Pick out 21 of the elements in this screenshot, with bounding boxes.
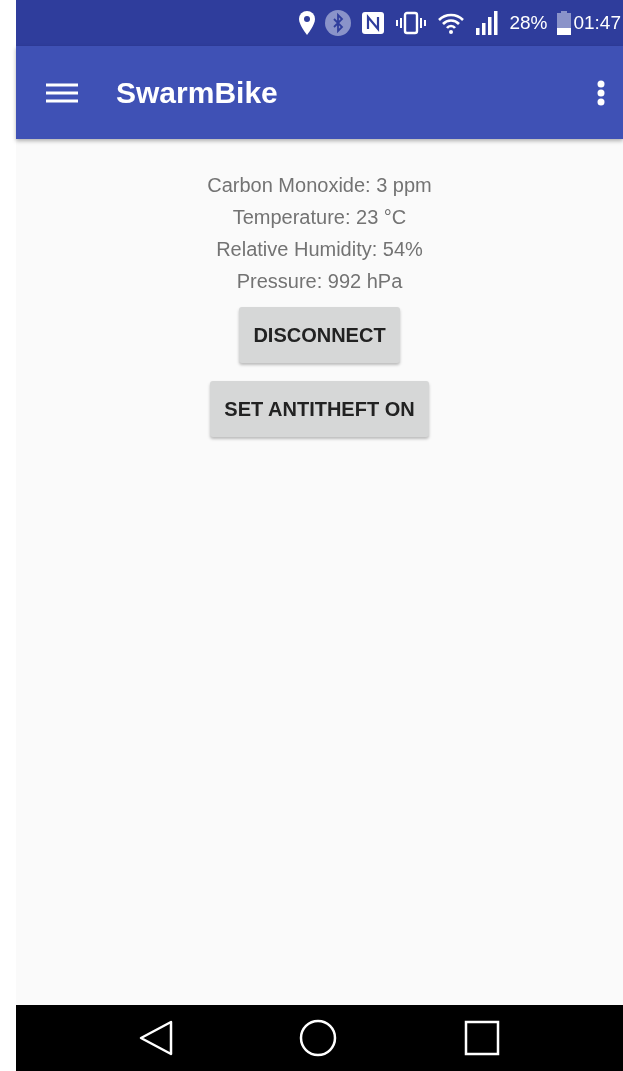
battery-icon	[557, 11, 572, 35]
menu-icon[interactable]	[46, 82, 78, 103]
action-button[interactable]: DISCONNECT	[239, 307, 400, 363]
battery-percentage: 28%	[509, 10, 548, 35]
home-icon[interactable]	[299, 1019, 338, 1057]
recent-apps-icon[interactable]	[463, 1020, 500, 1056]
wifi-icon	[437, 12, 466, 34]
app-title: SwarmBike	[116, 75, 279, 111]
nfc-icon	[361, 11, 386, 35]
sensor-reading: Relative Humidity: 54%	[216, 237, 423, 262]
sensor-reading: Carbon Monoxide: 3 ppm	[207, 173, 432, 198]
back-icon[interactable]	[139, 1020, 174, 1056]
vibrate-icon	[395, 11, 428, 35]
sensor-reading: Pressure: 992 hPa	[236, 269, 403, 294]
clock-time: 01:47	[573, 10, 621, 35]
location-icon	[299, 11, 316, 35]
bluetooth-icon	[325, 10, 352, 36]
action-button[interactable]: SET ANTITHEFT ON	[210, 381, 429, 437]
signal-icon	[475, 11, 500, 35]
more-options-icon[interactable]	[597, 79, 605, 106]
sensor-reading: Temperature: 23 °C	[232, 205, 407, 230]
